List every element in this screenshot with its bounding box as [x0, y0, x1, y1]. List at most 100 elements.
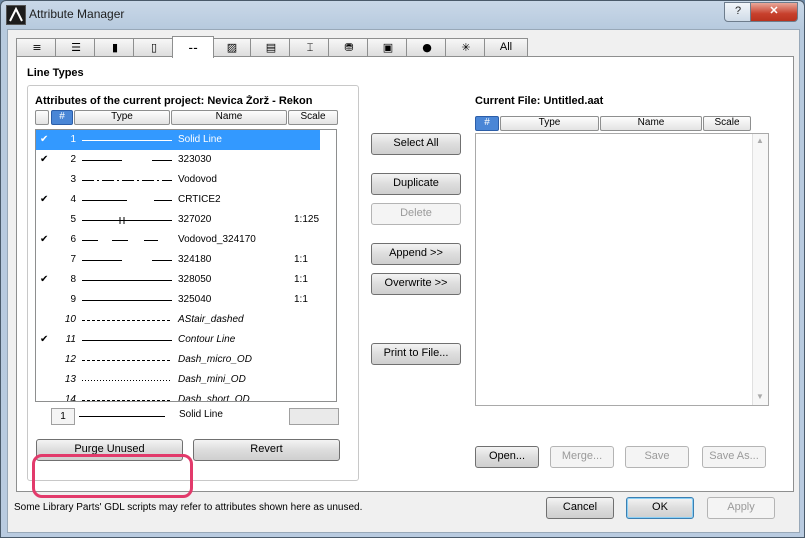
file-scale-column-header[interactable]: Scale	[703, 116, 751, 131]
tab-line-types[interactable]: ⚋	[172, 36, 214, 58]
tab-layer-combinations[interactable]: ☰	[55, 38, 97, 57]
line-type-number: 12	[64, 354, 76, 365]
line-type-row[interactable]: ✔ 4 CRTICE2	[36, 190, 320, 210]
delete-button[interactable]: Delete	[371, 203, 461, 225]
used-checkmark-icon: ✔	[40, 154, 49, 165]
line-type-number: 4	[70, 194, 76, 205]
line-type-row[interactable]: 5 327020 1:125	[36, 210, 320, 230]
tab-pen-sets[interactable]: ▯	[133, 38, 175, 57]
attribute-tabs: ≡ ☰ ▮ ▯ ⚋ ▨ ▤ ⌶ ⛃ ▣ ● ✳ All	[16, 36, 796, 58]
operation-profiles-icon: ✳	[461, 41, 471, 54]
help-button[interactable]: ?	[724, 2, 752, 22]
file-name-column-header[interactable]: Name	[600, 116, 702, 131]
line-type-name: Dash_short_OD	[178, 394, 250, 402]
merge-button[interactable]: Merge...	[550, 446, 614, 468]
line-type-name: 325040	[178, 294, 212, 305]
save-button[interactable]: Save	[625, 446, 689, 468]
tab-operation-profiles[interactable]: ✳	[445, 38, 487, 57]
file-scroll-up-icon[interactable]: ▲	[756, 136, 764, 145]
dialog-body: ≡ ☰ ▮ ▯ ⚋ ▨ ▤ ⌶ ⛃ ▣ ● ✳ All Line Types Attributes of…	[7, 29, 800, 533]
current-project-heading: Attributes of the current project: Nevic…	[35, 95, 313, 107]
line-type-row[interactable]: 14 Dash_short_OD	[36, 390, 320, 402]
cancel-button[interactable]: Cancel	[546, 497, 614, 519]
line-type-row[interactable]: 13 Dash_mini_OD	[36, 370, 320, 390]
file-number-column-header[interactable]: #	[475, 116, 499, 131]
line-type-name: 323030	[178, 154, 212, 165]
file-type-column-header[interactable]: Type	[500, 116, 599, 131]
overwrite-button[interactable]: Overwrite >>	[371, 273, 461, 295]
edit-number-field[interactable]: 1	[51, 408, 75, 425]
tab-profiles[interactable]: ⌶	[289, 38, 331, 57]
line-type-name: 328050	[178, 274, 212, 285]
purge-unused-highlight	[32, 454, 193, 498]
zones-icon: ▣	[382, 41, 394, 54]
line-type-row[interactable]: 9 325040 1:1	[36, 290, 320, 310]
file-line-types-list[interactable]: ▲ ▼	[475, 133, 769, 406]
line-type-name: CRTICE2	[178, 194, 221, 205]
used-checkmark-icon: ✔	[40, 234, 49, 245]
close-window-button[interactable]: ✕	[750, 2, 798, 22]
tab-composites[interactable]: ▤	[250, 38, 292, 57]
duplicate-button[interactable]: Duplicate	[371, 173, 461, 195]
save-as-button[interactable]: Save As...	[702, 446, 766, 468]
line-types-icon: ⚋	[188, 39, 198, 52]
apply-button[interactable]: Apply	[707, 497, 775, 519]
line-type-row[interactable]: ✔ 1 Solid Line	[36, 130, 320, 150]
line-types-panel: Line Types Attributes of the current pro…	[16, 56, 794, 498]
open-button[interactable]: Open...	[475, 446, 539, 468]
window-title: Attribute Manager	[29, 7, 125, 21]
composites-icon: ▤	[265, 41, 277, 54]
edit-name-field[interactable]: Solid Line	[179, 409, 223, 420]
tab-fill-types[interactable]: ▨	[211, 38, 253, 57]
name-column-header[interactable]: Name	[171, 110, 287, 125]
ok-button[interactable]: OK	[626, 497, 694, 519]
attribute-manager-window: Attribute Manager ? ✕ ≡ ☰ ▮ ▯ ⚋ ▨ ▤ ⌶ ⛃ ▣ ● ✳ All Li…	[0, 0, 805, 538]
line-type-name: 327020	[178, 214, 212, 225]
line-type-row[interactable]: 10 AStair_dashed	[36, 310, 320, 330]
line-type-number: 5	[70, 214, 76, 225]
line-type-scale: 1:1	[294, 274, 308, 285]
line-type-name: Vodovod	[178, 174, 217, 185]
checkbox-column-header[interactable]	[35, 110, 49, 125]
file-list-scrollbar[interactable]: ▲ ▼	[752, 134, 768, 405]
cities-icon: ●	[422, 41, 432, 54]
line-type-row[interactable]: ✔ 2 323030	[36, 150, 320, 170]
line-type-row[interactable]: 7 324180 1:1	[36, 250, 320, 270]
line-type-row[interactable]: 12 Dash_micro_OD	[36, 350, 320, 370]
archicad-app-icon	[6, 5, 26, 25]
profiles-icon: ⌶	[306, 41, 314, 54]
line-type-name: AStair_dashed	[178, 314, 244, 325]
tab-zones[interactable]: ▣	[367, 38, 409, 57]
line-type-number: 14	[64, 394, 76, 402]
line-type-number: 6	[70, 234, 76, 245]
tab-materials[interactable]: ⛃	[328, 38, 370, 57]
line-type-row[interactable]: ✔ 8 328050 1:1	[36, 270, 320, 290]
line-type-row[interactable]: ✔ 11 Contour Line	[36, 330, 320, 350]
select-all-button[interactable]: Select All	[371, 133, 461, 155]
line-type-scale: 1:1	[294, 294, 308, 305]
line-type-row[interactable]: 3 Vodovod	[36, 170, 320, 190]
fill-types-icon: ▨	[226, 41, 238, 54]
line-type-number: 9	[70, 294, 76, 305]
number-column-header[interactable]: #	[51, 110, 73, 125]
edit-scale-field[interactable]	[289, 408, 339, 425]
scale-column-header[interactable]: Scale	[288, 110, 338, 125]
line-type-name: 324180	[178, 254, 212, 265]
project-line-types-list[interactable]: 14 Dash_short_OD 13 Dash_mini_OD 12 Dash_micr…	[35, 129, 337, 402]
used-checkmark-icon: ✔	[40, 334, 49, 345]
line-type-number: 1	[70, 134, 76, 145]
type-column-header[interactable]: Type	[74, 110, 170, 125]
tab-all[interactable]: All	[484, 38, 528, 57]
line-type-scale: 1:125	[294, 214, 320, 225]
line-type-scale: 1:1	[294, 254, 308, 265]
tab-layers[interactable]: ≡	[16, 38, 58, 57]
append-button[interactable]: Append >>	[371, 243, 461, 265]
revert-button[interactable]: Revert	[193, 439, 340, 461]
current-file-heading: Current File: Untitled.aat	[475, 95, 604, 107]
materials-icon: ⛃	[344, 41, 354, 54]
line-type-row[interactable]: ✔ 6 Vodovod_324170	[36, 230, 320, 250]
tab-cities[interactable]: ●	[406, 38, 448, 57]
print-to-file-button[interactable]: Print to File...	[371, 343, 461, 365]
tab-pens[interactable]: ▮	[94, 38, 136, 57]
file-scroll-down-icon[interactable]: ▼	[756, 392, 764, 401]
